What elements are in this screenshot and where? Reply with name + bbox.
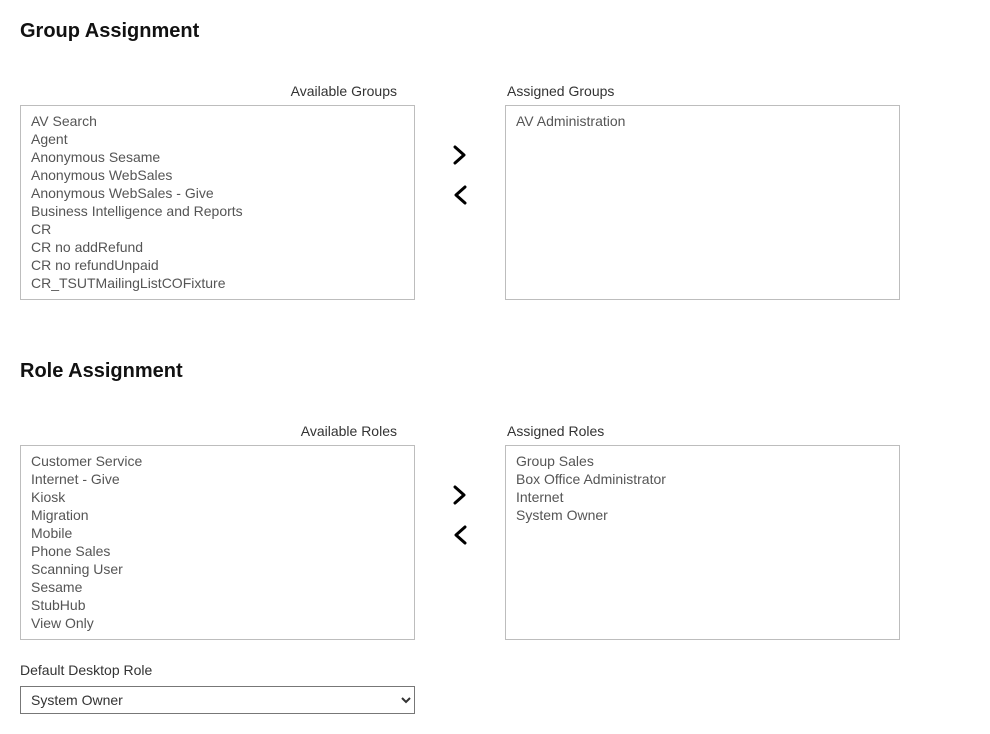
role-assignment-picker: Available Roles Customer ServiceInternet… [20,423,970,640]
chevron-right-icon [453,485,467,505]
group-transfer-buttons [445,83,475,207]
list-item[interactable]: Internet [516,488,889,506]
group-assignment-picker: Available Groups AV SearchAgentAnonymous… [20,83,970,300]
list-item[interactable]: Mobile [31,524,404,542]
assigned-roles-label: Assigned Roles [505,423,900,439]
list-item[interactable]: Agent [31,130,404,148]
list-item[interactable]: AV Administration [516,112,889,130]
available-groups-listbox[interactable]: AV SearchAgentAnonymous SesameAnonymous … [20,105,415,300]
list-item[interactable]: Scanning User [31,560,404,578]
available-roles-col: Available Roles Customer ServiceInternet… [20,423,415,640]
chevron-right-icon [453,145,467,165]
assigned-groups-col: Assigned Groups AV Administration [505,83,900,300]
available-groups-label: Available Groups [20,83,415,99]
group-remove-button[interactable] [451,183,469,207]
available-groups-col: Available Groups AV SearchAgentAnonymous… [20,83,415,300]
role-remove-button[interactable] [451,523,469,547]
chevron-left-icon [453,185,467,205]
assigned-groups-label: Assigned Groups [505,83,900,99]
list-item[interactable]: StubHub [31,596,404,614]
assigned-roles-col: Assigned Roles Group SalesBox Office Adm… [505,423,900,640]
list-item[interactable]: Business Intelligence and Reports [31,202,404,220]
list-item[interactable]: Kiosk [31,488,404,506]
list-item[interactable]: Anonymous WebSales [31,166,404,184]
list-item[interactable]: Migration [31,506,404,524]
list-item[interactable]: Anonymous Sesame [31,148,404,166]
group-assignment-heading: Group Assignment [20,20,970,43]
list-item[interactable]: CR no addRefund [31,238,404,256]
list-item[interactable]: Box Office Administrator [516,470,889,488]
list-item[interactable]: Anonymous WebSales - Give [31,184,404,202]
assigned-roles-listbox[interactable]: Group SalesBox Office AdministratorInter… [505,445,900,640]
list-item[interactable]: Internet - Give [31,470,404,488]
list-item[interactable]: Group Sales [516,452,889,470]
default-desktop-role-label: Default Desktop Role [20,662,970,678]
list-item[interactable]: Customer Service [31,452,404,470]
available-roles-label: Available Roles [20,423,415,439]
list-item[interactable]: Phone Sales [31,542,404,560]
role-add-button[interactable] [451,483,469,507]
list-item[interactable]: AV Search [31,112,404,130]
list-item[interactable]: CR no refundUnpaid [31,256,404,274]
available-roles-listbox[interactable]: Customer ServiceInternet - GiveKioskMigr… [20,445,415,640]
chevron-left-icon [453,525,467,545]
group-add-button[interactable] [451,143,469,167]
assigned-groups-listbox[interactable]: AV Administration [505,105,900,300]
role-assignment-heading: Role Assignment [20,360,970,383]
list-item[interactable]: View Only [31,614,404,632]
role-transfer-buttons [445,423,475,547]
list-item[interactable]: CR [31,220,404,238]
list-item[interactable]: CR_TSUTMailingListCOFixture [31,274,404,292]
default-desktop-role-select[interactable]: System Owner [20,686,415,714]
list-item[interactable]: System Owner [516,506,889,524]
list-item[interactable]: Sesame [31,578,404,596]
